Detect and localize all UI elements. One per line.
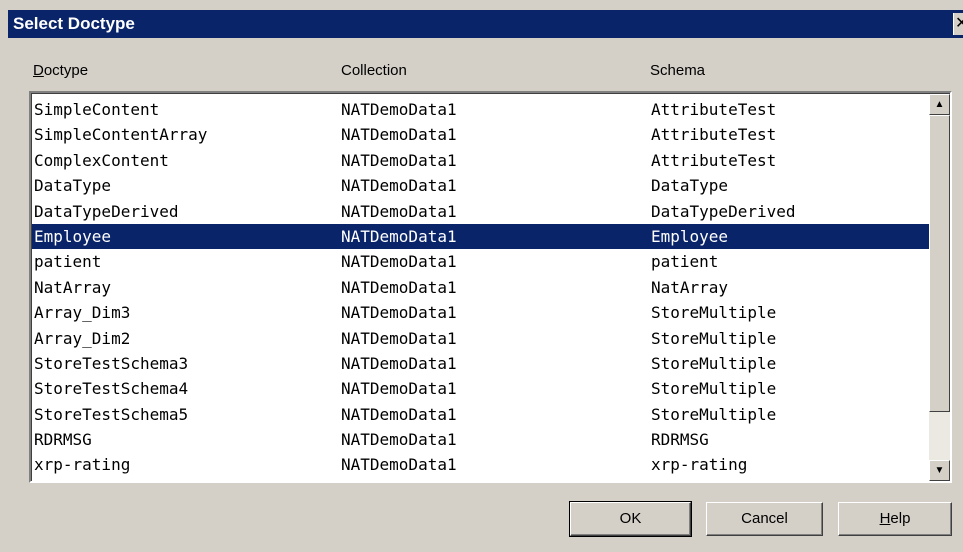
column-header-doctype: Doctype	[33, 62, 88, 79]
list-item[interactable]: RDRMSG NATDemoData1 RDRMSG	[32, 427, 929, 452]
scroll-up-button[interactable]: ▲	[929, 94, 950, 115]
collection-cell: NATDemoData1	[341, 277, 457, 297]
list-item[interactable]: StoreTestSchema3 NATDemoData1 StoreMultipl…	[32, 351, 929, 376]
doctype-rows: SimpleContent NATDemoData1 AttributeTest Si…	[32, 97, 929, 478]
schema-cell: DataTypeDerived	[651, 201, 796, 221]
list-item[interactable]: NatArray NATDemoData1 NatArray	[32, 275, 929, 300]
arrow-up-icon: ▲	[934, 99, 945, 110]
doctype-cell: ComplexContent	[34, 150, 169, 170]
help-label: elp	[890, 510, 911, 527]
schema-cell: StoreMultiple	[651, 379, 777, 399]
doctype-accelerator: D	[33, 62, 44, 79]
scroll-thumb[interactable]	[929, 115, 950, 412]
vertical-scrollbar[interactable]: ▲ ▼	[929, 94, 950, 481]
collection-cell: NATDemoData1	[341, 430, 457, 450]
collection-cell: NATDemoData1	[341, 226, 457, 246]
schema-cell: RDRMSG	[651, 430, 709, 450]
list-item[interactable]: xrp-rating NATDemoData1 xrp-rating	[32, 452, 929, 477]
column-header-schema: Schema	[650, 62, 706, 79]
doctype-cell: SimpleContentArray	[34, 125, 208, 145]
schema-cell: StoreMultiple	[651, 353, 777, 373]
list-item[interactable]: Employee NATDemoData1 Employee	[32, 223, 929, 250]
doctype-cell: StoreTestSchema3	[34, 353, 189, 373]
select-doctype-dialog: Select Doctype ✕ Doctype Collection Sche…	[0, 0, 963, 552]
list-item[interactable]: StoreTestSchema5 NATDemoData1 StoreMultipl…	[32, 402, 929, 427]
list-item[interactable]: SimpleContent NATDemoData1 AttributeTest	[32, 97, 929, 122]
collection-cell: NATDemoData1	[341, 455, 457, 475]
list-item[interactable]: Array_Dim2 NATDemoData1 StoreMultiple	[32, 326, 929, 351]
doctype-cell: Array_Dim3	[34, 303, 131, 323]
list-item[interactable]: StoreTestSchema4 NATDemoData1 StoreMultipl…	[32, 376, 929, 401]
doctype-list[interactable]: SimpleContent NATDemoData1 AttributeTest Si…	[29, 91, 952, 483]
arrow-down-icon: ▼	[934, 465, 945, 476]
ok-button[interactable]: OK	[569, 501, 692, 537]
window-title: Select Doctype	[13, 14, 135, 33]
schema-cell: NatArray	[651, 277, 729, 297]
schema-cell: AttributeTest	[651, 125, 777, 145]
collection-cell: NATDemoData1	[341, 328, 457, 348]
doctype-cell: xrp-rating	[34, 455, 131, 475]
doctype-cell: Array_Dim2	[34, 328, 131, 348]
doctype-cell: NatArray	[34, 277, 112, 297]
schema-cell: StoreMultiple	[651, 328, 777, 348]
doctype-cell: StoreTestSchema5	[34, 404, 189, 424]
collection-cell: NATDemoData1	[341, 150, 457, 170]
collection-cell: NATDemoData1	[341, 404, 457, 424]
doctype-cell: RDRMSG	[34, 430, 92, 450]
doctype-cell: Employee	[34, 226, 112, 246]
schema-cell: xrp-rating	[651, 455, 748, 475]
schema-cell: StoreMultiple	[651, 303, 777, 323]
doctype-cell: SimpleContent	[34, 100, 160, 119]
close-icon: ✕	[955, 13, 963, 35]
title-bar[interactable]: Select Doctype ✕	[8, 10, 963, 38]
schema-cell: Employee	[651, 226, 729, 246]
column-header-collection: Collection	[341, 62, 407, 79]
collection-cell: NATDemoData1	[341, 201, 457, 221]
collection-cell: NATDemoData1	[341, 176, 457, 196]
list-item[interactable]: Array_Dim3 NATDemoData1 StoreMultiple	[32, 300, 929, 325]
collection-cell: NATDemoData1	[341, 100, 457, 119]
collection-cell: NATDemoData1	[341, 252, 457, 272]
scroll-down-button[interactable]: ▼	[929, 460, 950, 481]
list-item[interactable]: DataTypeDerived NATDemoData1 DataTypeDeriv…	[32, 199, 929, 224]
doctype-cell: DataTypeDerived	[34, 201, 179, 221]
cancel-button[interactable]: Cancel	[706, 502, 823, 536]
list-item[interactable]: ComplexContent NATDemoData1 AttributeTest	[32, 148, 929, 173]
collection-cell: NATDemoData1	[341, 125, 457, 145]
doctype-cell: DataType	[34, 176, 112, 196]
help-button[interactable]: Help	[838, 502, 952, 536]
list-item[interactable]: DataType NATDemoData1 DataType	[32, 173, 929, 198]
list-item[interactable]: SimpleContentArray NATDemoData1 AttributeT…	[32, 122, 929, 147]
schema-cell: AttributeTest	[651, 150, 777, 170]
schema-cell: patient	[651, 252, 719, 272]
doctype-cell: patient	[34, 252, 102, 272]
doctype-cell: StoreTestSchema4	[34, 379, 189, 399]
schema-cell: StoreMultiple	[651, 404, 777, 424]
collection-cell: NATDemoData1	[341, 379, 457, 399]
collection-cell: NATDemoData1	[341, 353, 457, 373]
schema-cell: DataType	[651, 176, 729, 196]
doctype-header-label: octype	[43, 62, 89, 79]
collection-cell: NATDemoData1	[341, 303, 457, 323]
close-button[interactable]: ✕	[953, 13, 963, 35]
help-accelerator: H	[879, 510, 891, 527]
list-item[interactable]: patient NATDemoData1 patient	[32, 249, 929, 274]
schema-cell: AttributeTest	[651, 100, 777, 119]
